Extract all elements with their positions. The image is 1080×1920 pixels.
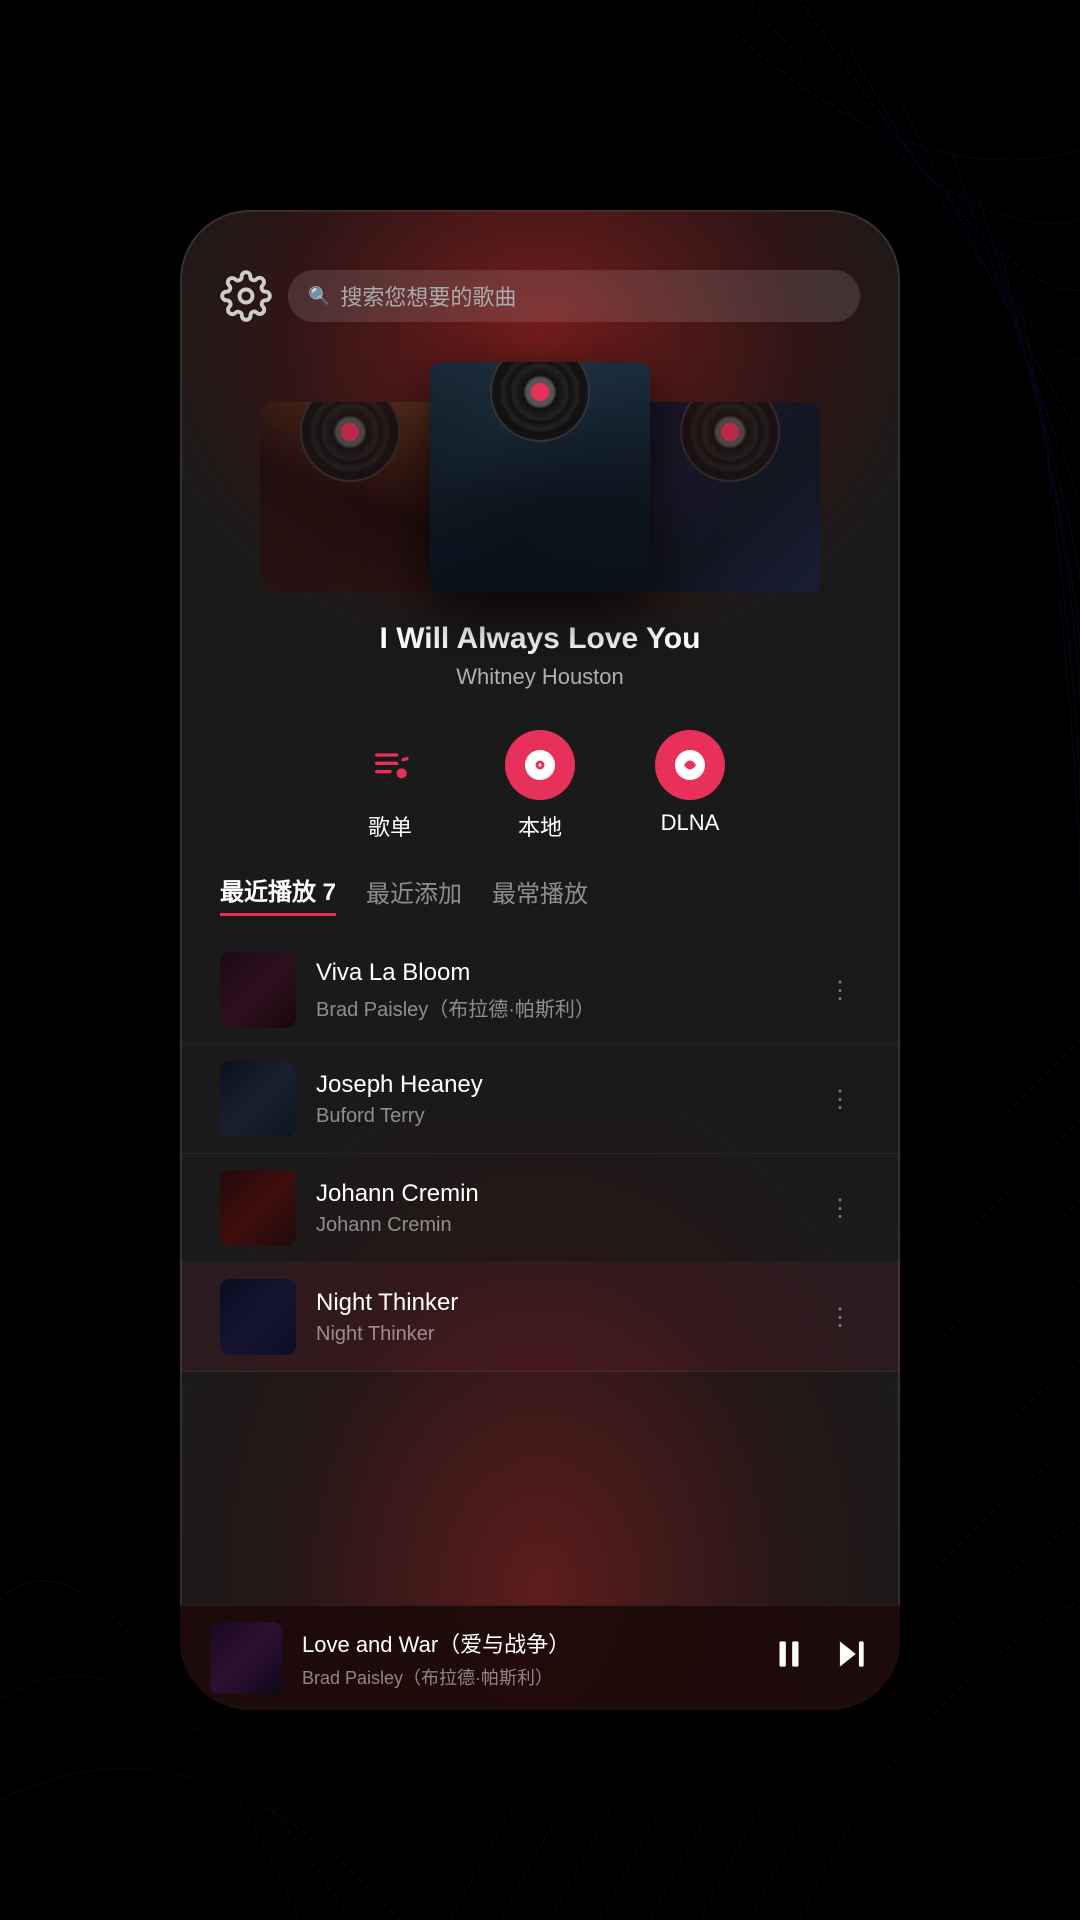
now-playing-thumb (210, 1622, 282, 1694)
vinyl-center-dot (531, 383, 549, 401)
song-details-3: Night Thinker Night Thinker (316, 1289, 800, 1346)
song-artist-0: Brad Paisley（布拉德·帕斯利） (316, 993, 800, 1022)
tab-added[interactable]: 最近添加 (366, 874, 462, 915)
nav-dlna[interactable]: DLNA (655, 730, 725, 842)
album-card-right[interactable] (640, 402, 820, 592)
dlna-icon (655, 730, 725, 800)
nav-dlna-label: DLNA (661, 810, 720, 836)
song-details-1: Joseph Heaney Buford Terry (316, 1071, 800, 1128)
search-bar[interactable]: 🔍 搜索您想要的歌曲 (288, 270, 860, 322)
tab-recent[interactable]: 最近播放 7 (220, 872, 336, 916)
song-item-2[interactable]: Johann Cremin Johann Cremin ⋮ (180, 1154, 900, 1263)
pause-button[interactable] (770, 1635, 808, 1682)
album-carousel (180, 342, 900, 602)
featured-song-info: I Will Always Love You Whitney Houston (180, 602, 900, 700)
settings-icon[interactable] (220, 270, 272, 322)
song-artist-1: Buford Terry (316, 1105, 800, 1128)
nav-playlist-label: 歌单 (368, 810, 412, 842)
search-icon: 🔍 (308, 286, 330, 307)
featured-song-artist: Whitney Houston (180, 664, 900, 690)
nav-local[interactable]: 本地 (505, 730, 575, 842)
more-btn-2[interactable]: ⋮ (820, 1186, 860, 1231)
song-thumb-1 (220, 1061, 296, 1137)
song-thumb-0 (220, 952, 296, 1028)
header: 🔍 搜索您想要的歌曲 (180, 210, 900, 342)
vinyl-center-left (341, 423, 359, 441)
album-card-left[interactable] (260, 402, 440, 592)
song-details-2: Johann Cremin Johann Cremin (316, 1180, 800, 1237)
song-item-1[interactable]: Joseph Heaney Buford Terry ⋮ (180, 1045, 900, 1154)
more-btn-0[interactable]: ⋮ (820, 968, 860, 1013)
song-name-2: Johann Cremin (316, 1180, 800, 1208)
now-playing-title: Love and War（爱与战争） (302, 1627, 750, 1659)
nav-icons: 歌单 本地 DLNA (180, 700, 900, 862)
more-btn-3[interactable]: ⋮ (820, 1295, 860, 1340)
featured-song-title: I Will Always Love You (180, 622, 900, 656)
song-artist-2: Johann Cremin (316, 1214, 800, 1237)
nav-local-label: 本地 (518, 810, 562, 842)
song-list: Viva La Bloom Brad Paisley（布拉德·帕斯利） ⋮ Jo… (180, 936, 900, 1710)
phone-shell: 🔍 搜索您想要的歌曲 (180, 210, 900, 1710)
playlist-icon (355, 730, 425, 800)
song-thumb-3 (220, 1279, 296, 1355)
song-name-0: Viva La Bloom (316, 959, 800, 987)
player-controls (770, 1635, 870, 1682)
song-thumb-2 (220, 1170, 296, 1246)
local-icon (505, 730, 575, 800)
search-placeholder: 搜索您想要的歌曲 (340, 280, 516, 312)
song-name-3: Night Thinker (316, 1289, 800, 1317)
song-artist-3: Night Thinker (316, 1323, 800, 1346)
now-playing-bar[interactable]: Love and War（爱与战争） Brad Paisley（布拉德·帕斯利） (180, 1605, 900, 1710)
song-details-0: Viva La Bloom Brad Paisley（布拉德·帕斯利） (316, 959, 800, 1022)
next-button[interactable] (832, 1635, 870, 1682)
song-item-3[interactable]: Night Thinker Night Thinker ⋮ (180, 1263, 900, 1372)
vinyl-center-right (721, 423, 739, 441)
tabs-bar: 最近播放 7 最近添加 最常播放 (180, 862, 900, 936)
now-playing-artist: Brad Paisley（布拉德·帕斯利） (302, 1664, 750, 1690)
song-name-1: Joseph Heaney (316, 1071, 800, 1099)
now-playing-info: Love and War（爱与战争） Brad Paisley（布拉德·帕斯利） (302, 1627, 750, 1690)
nav-playlist[interactable]: 歌单 (355, 730, 425, 842)
album-card-center[interactable] (430, 362, 650, 592)
more-btn-1[interactable]: ⋮ (820, 1077, 860, 1122)
song-item-0[interactable]: Viva La Bloom Brad Paisley（布拉德·帕斯利） ⋮ (180, 936, 900, 1045)
tab-frequent[interactable]: 最常播放 (492, 874, 588, 915)
